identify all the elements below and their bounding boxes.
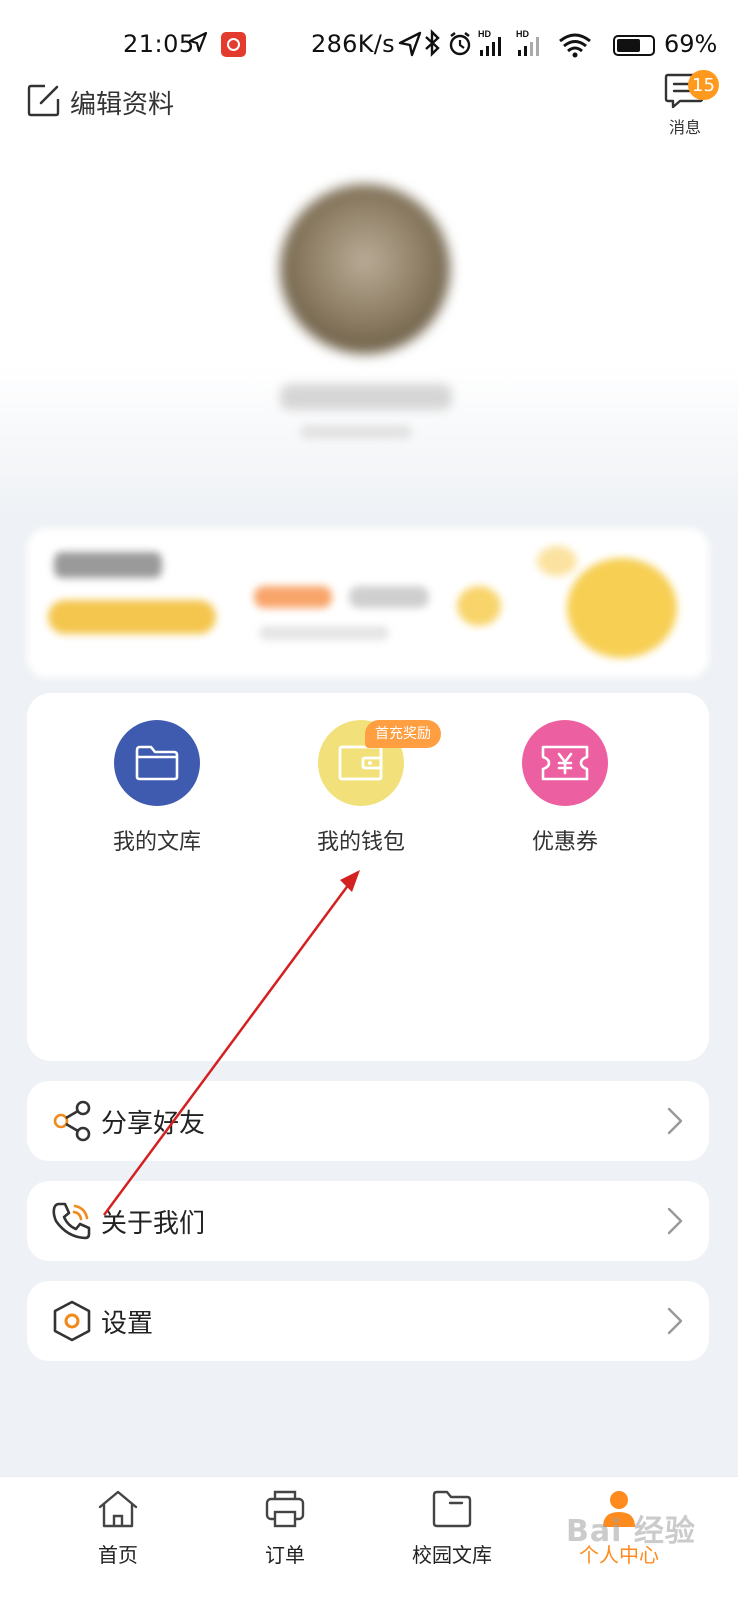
bluetooth-icon [425, 29, 440, 57]
watermark: Bai 经验 [566, 1514, 696, 1549]
nav-orders-label: 订单 [265, 1543, 305, 1567]
nav-campus-library-label: 校园文库 [412, 1543, 492, 1567]
about-us-row[interactable]: 关于我们 [27, 1181, 709, 1261]
signal-1-icon: HD [478, 29, 501, 56]
edit-profile-label: 编辑资料 [70, 89, 175, 120]
coupons-button[interactable]: 优惠券 [475, 720, 655, 856]
phone-icon [51, 1200, 93, 1242]
printer-icon [263, 1487, 307, 1531]
wifi-icon [559, 33, 591, 58]
coupon-icon [522, 720, 608, 806]
edit-profile-button[interactable]: 编辑资料 [27, 82, 174, 122]
my-library-button[interactable]: 我的文库 [67, 720, 247, 856]
status-icons: HD HD [398, 28, 608, 66]
share-icon [51, 1100, 93, 1142]
my-library-label: 我的文库 [112, 830, 201, 855]
user-info-blurred [300, 425, 412, 439]
nav-home-label: 首页 [98, 1543, 138, 1567]
location-icon [188, 31, 208, 59]
battery-level [617, 39, 640, 52]
nav-home[interactable]: 首页 [48, 1487, 188, 1568]
signal-2-icon: HD [516, 29, 539, 56]
messages-label: 消息 [669, 118, 702, 137]
svg-text:HD: HD [478, 29, 491, 39]
avatar[interactable] [280, 184, 450, 354]
share-friends-row[interactable]: 分享好友 [27, 1081, 709, 1161]
location-arrow-icon [398, 31, 422, 57]
edit-icon [27, 83, 61, 121]
folder-outline-icon [430, 1487, 474, 1531]
settings-label: 设置 [101, 1309, 154, 1339]
share-friends-label: 分享好友 [101, 1109, 206, 1139]
nav-orders[interactable]: 订单 [215, 1487, 355, 1568]
nav-campus-library[interactable]: 校园文库 [382, 1487, 522, 1568]
status-bar: 21:05 286K/s HD HD 69% [0, 22, 738, 68]
messages-count-badge: 15 [688, 70, 719, 100]
chevron-right-icon [667, 1307, 683, 1335]
battery-percent: 69% [664, 30, 718, 58]
chevron-right-icon [667, 1107, 683, 1135]
folder-icon [114, 720, 200, 806]
chevron-right-icon [667, 1207, 683, 1235]
battery-icon [613, 35, 655, 56]
status-time: 21:05 [123, 30, 195, 58]
settings-row[interactable]: 设置 [27, 1281, 709, 1361]
svg-text:HD: HD [516, 29, 529, 39]
network-speed: 286K/s [311, 30, 395, 58]
my-wallet-label: 我的钱包 [316, 830, 405, 855]
services-card: 我的文库 我的钱包 首充奖励 优惠券 [27, 693, 709, 1061]
netease-music-icon [221, 32, 246, 57]
messages-button[interactable]: 15 消息 [664, 70, 719, 137]
alarm-icon [449, 32, 471, 56]
nickname-blurred [280, 384, 452, 410]
home-icon [96, 1487, 140, 1531]
coupons-label: 优惠券 [531, 830, 598, 855]
settings-hexagon-icon [51, 1300, 93, 1342]
about-us-label: 关于我们 [101, 1209, 206, 1239]
promo-banner[interactable] [27, 528, 709, 678]
first-recharge-reward-tag: 首充奖励 [365, 720, 441, 748]
